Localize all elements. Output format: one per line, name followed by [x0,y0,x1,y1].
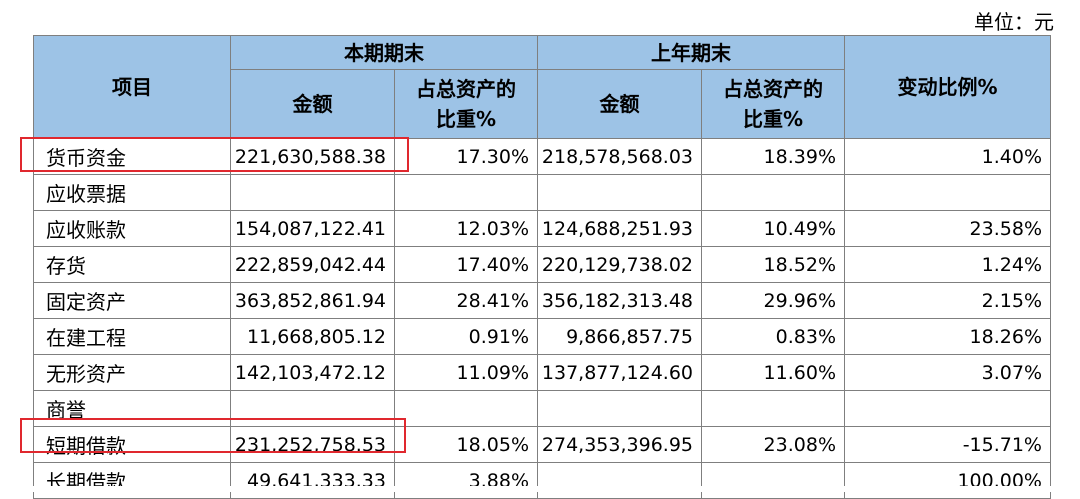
cell-prior-amount [537,174,702,211]
cell-current-ratio: 12.03% [394,210,538,247]
cell-change: 3.07% [844,354,1051,391]
table-row: 无形资产 142,103,472.12 11.09% 137,877,124.60 11… [33,354,1051,391]
cell-change: 18.26% [844,318,1051,355]
cell-change: 1.24% [844,246,1051,283]
cell-prior-ratio: 23.08% [701,426,845,463]
header-current-amount: 金额 [230,69,395,139]
table-row: 应收账款 154,087,122.41 12.03% 124,688,251.93 10… [33,210,1051,247]
cell-prior-ratio: 18.52% [701,246,845,283]
cell-change [844,390,1051,427]
cell-current-ratio: 18.05% [394,426,538,463]
cell-prior-ratio: 11.60% [701,354,845,391]
cell-prior-amount: 220,129,738.02 [537,246,702,283]
cell-current-ratio: 28.41% [394,282,538,319]
cell-change: 23.58% [844,210,1051,247]
page-cutoff [0,486,1080,492]
header-change: 变动比例% [844,35,1051,139]
cell-prior-amount: 124,688,251.93 [537,210,702,247]
cell-current-ratio: 11.09% [394,354,538,391]
cell-change [844,174,1051,211]
cell-current-amount: 221,630,588.38 [230,138,395,175]
cell-current-amount: 11,668,805.12 [230,318,395,355]
cell-prior-ratio: 0.83% [701,318,845,355]
cell-current-amount [230,174,395,211]
cell-prior-amount: 274,353,396.95 [537,426,702,463]
cell-current-ratio [394,174,538,211]
cell-current-amount: 154,087,122.41 [230,210,395,247]
cell-prior-amount [537,462,702,499]
table-row: 固定资产 363,852,861.94 28.41% 356,182,313.48 29… [33,282,1051,319]
cell-prior-ratio: 10.49% [701,210,845,247]
header-current-period: 本期期末 [230,35,538,70]
cell-change: 2.15% [844,282,1051,319]
table-row: 长期借款 49,641,333.33 3.88% 100.00% [33,462,1051,499]
cell-item: 在建工程 [33,318,231,355]
table-row: 商誉 [33,390,1051,427]
cell-current-ratio: 17.40% [394,246,538,283]
cell-item: 固定资产 [33,282,231,319]
cell-item: 货币资金 [33,138,231,175]
cell-prior-amount: 356,182,313.48 [537,282,702,319]
cell-prior-amount: 9,866,857.75 [537,318,702,355]
cell-prior-ratio [701,462,845,499]
unit-label: 单位：元 [974,10,1054,34]
cell-prior-amount: 137,877,124.60 [537,354,702,391]
cell-item: 长期借款 [33,462,231,499]
cell-prior-ratio [701,390,845,427]
cell-item: 存货 [33,246,231,283]
cell-current-ratio: 0.91% [394,318,538,355]
cell-current-ratio: 17.30% [394,138,538,175]
cell-current-amount: 231,252,758.53 [230,426,395,463]
cell-prior-amount: 218,578,568.03 [537,138,702,175]
cell-prior-ratio: 29.96% [701,282,845,319]
table-row: 货币资金 221,630,588.38 17.30% 218,578,568.03 18… [33,138,1051,175]
cell-current-amount [230,390,395,427]
table-row: 应收票据 [33,174,1051,211]
cell-item: 应收账款 [33,210,231,247]
header-item: 项目 [33,35,231,139]
cell-change: 1.40% [844,138,1051,175]
cell-item: 应收票据 [33,174,231,211]
cell-item: 无形资产 [33,354,231,391]
cell-item: 商誉 [33,390,231,427]
table-row: 短期借款 231,252,758.53 18.05% 274,353,396.95 23… [33,426,1051,463]
cell-current-amount: 142,103,472.12 [230,354,395,391]
cell-prior-amount [537,390,702,427]
cell-current-ratio: 3.88% [394,462,538,499]
cell-current-amount: 222,859,042.44 [230,246,395,283]
cell-change: 100.00% [844,462,1051,499]
cell-prior-ratio: 18.39% [701,138,845,175]
cell-item: 短期借款 [33,426,231,463]
header-current-ratio: 占总资产的 比重% [394,69,538,139]
header-prior-ratio: 占总资产的 比重% [701,69,845,139]
balance-table: 项目 本期期末 上年期末 变动比例% 金额 占总资产的 比重% 金额 占总资产的比… [33,35,1051,499]
cell-prior-ratio [701,174,845,211]
cell-current-ratio [394,390,538,427]
header-prior-period: 上年期末 [537,35,845,70]
table-row: 在建工程 11,668,805.12 0.91% 9,866,857.75 0.83% 1… [33,318,1051,355]
cell-change: -15.71% [844,426,1051,463]
cell-current-amount: 363,852,861.94 [230,282,395,319]
table-row: 存货 222,859,042.44 17.40% 220,129,738.02 18.5… [33,246,1051,283]
header-prior-amount: 金额 [537,69,702,139]
cell-current-amount: 49,641,333.33 [230,462,395,499]
